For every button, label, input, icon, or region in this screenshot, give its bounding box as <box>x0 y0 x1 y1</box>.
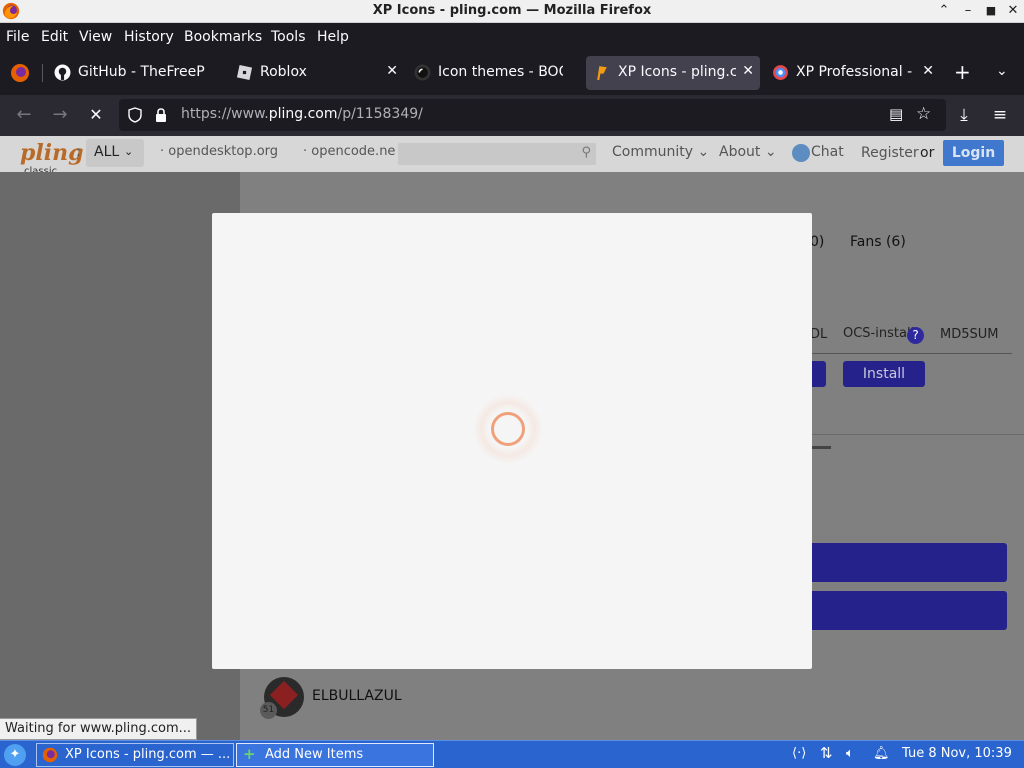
user-badge: 51 <box>260 702 277 719</box>
close-tab-icon[interactable]: ✕ <box>386 63 398 79</box>
menu-bar: File Edit View History Bookmarks Tools H… <box>0 24 1024 50</box>
chat-link[interactable]: Chat <box>811 144 844 160</box>
link-opencode[interactable]: · opencode.ne <box>303 144 395 159</box>
search-input[interactable]: ⚲ <box>398 143 596 165</box>
transfer-icon[interactable]: ⇅ <box>820 744 833 762</box>
minimize-button[interactable]: – <box>959 2 977 20</box>
close-button[interactable]: ✕ <box>1004 2 1022 20</box>
icon-themes-icon <box>414 64 431 81</box>
web-page: pling classic : ALL ⌄ · opendesktop.org … <box>0 136 1024 740</box>
download-button-partial[interactable] <box>812 361 826 387</box>
action-button-1[interactable] <box>812 543 1007 582</box>
tab-bar: GitHub - TheFreeP Roblox ✕ Icon themes -… <box>0 50 1024 95</box>
plus-icon: + <box>243 745 256 763</box>
lock-icon[interactable] <box>154 107 168 123</box>
site-header: pling classic : ALL ⌄ · opendesktop.org … <box>0 136 1024 177</box>
help-question-icon[interactable]: ? <box>907 327 924 344</box>
taskbar-item-add-new-items[interactable]: + Add New Items <box>236 743 434 767</box>
maximize-button[interactable]: ■ <box>982 2 1000 20</box>
col-dl: DL <box>810 327 828 342</box>
tab-partial[interactable]: 0) <box>810 234 824 250</box>
tab-roblox[interactable]: Roblox ✕ <box>228 56 404 90</box>
col-ocs-install: OCS-install <box>843 326 915 341</box>
action-button-2[interactable] <box>812 591 1007 630</box>
menu-bookmarks[interactable]: Bookmarks <box>184 29 262 45</box>
hamburger-menu-icon[interactable]: ≡ <box>988 103 1012 127</box>
loading-modal <box>212 213 812 669</box>
close-tab-icon[interactable]: ✕ <box>922 63 934 79</box>
link-opendesktop[interactable]: · opendesktop.org <box>160 144 278 159</box>
url-text: https://www.pling.com/p/1158349/ <box>181 106 423 122</box>
url-bar[interactable]: https://www.pling.com/p/1158349/ ▤ ☆ <box>119 99 946 131</box>
left-sidebar <box>0 172 240 740</box>
status-text: Waiting for www.pling.com... <box>0 718 198 740</box>
firefox-view-icon[interactable] <box>10 63 30 83</box>
or-text: or <box>920 145 935 161</box>
tab-fans[interactable]: Fans (6) <box>850 234 906 250</box>
shield-icon[interactable] <box>127 107 143 123</box>
loading-spinner-icon <box>474 395 542 463</box>
pling-icon <box>597 66 607 80</box>
menu-history[interactable]: History <box>124 29 174 45</box>
tab-github[interactable]: GitHub - TheFreeP <box>46 56 226 90</box>
network-arrows-icon[interactable]: ⟨·⟩ <box>792 746 806 761</box>
downloads-icon[interactable]: ⤓ <box>952 103 976 127</box>
menu-help[interactable]: Help <box>317 29 349 45</box>
xp-icon <box>773 65 788 80</box>
reader-view-icon[interactable]: ▤ <box>889 105 903 123</box>
bookmark-star-icon[interactable]: ☆ <box>916 104 931 124</box>
register-link[interactable]: Register <box>861 145 919 161</box>
tab-xp-icons[interactable]: XP Icons - pling.co ✕ <box>586 56 760 90</box>
menu-edit[interactable]: Edit <box>41 29 68 45</box>
chevron-down-icon: ⌄ <box>124 145 134 158</box>
search-icon: ⚲ <box>581 145 591 160</box>
list-tabs-chevron-down-icon[interactable]: ⌄ <box>996 63 1008 79</box>
clock[interactable]: Tue 8 Nov, 10:39 <box>902 746 1012 761</box>
menu-file[interactable]: File <box>6 29 29 45</box>
username[interactable]: ELBULLAZUL <box>312 688 402 704</box>
menu-view[interactable]: View <box>79 29 112 45</box>
menu-tools[interactable]: Tools <box>271 29 306 45</box>
window-titlebar: XP Icons - pling.com — Mozilla Firefox ⌃… <box>0 0 1024 23</box>
github-icon <box>54 64 71 81</box>
all-dropdown[interactable]: ALL ⌄ <box>86 139 144 167</box>
new-tab-button[interactable]: + <box>954 60 971 84</box>
tab-xp-professional[interactable]: XP Professional - C ✕ <box>764 56 940 90</box>
close-tab-icon[interactable]: ✕ <box>742 63 754 79</box>
stop-loading-icon[interactable]: ✕ <box>84 103 108 127</box>
install-button[interactable]: Install <box>843 361 925 387</box>
login-button[interactable]: Login <box>943 140 1004 166</box>
back-arrow-icon[interactable]: ← <box>12 103 36 127</box>
window-title: XP Icons - pling.com — Mozilla Firefox <box>372 3 652 18</box>
pling-logo[interactable]: pling <box>20 140 83 166</box>
taskbar-item-firefox[interactable]: XP Icons - pling.com — ... <box>36 743 234 767</box>
notification-bell-icon[interactable]: 🔔︎ <box>873 746 890 761</box>
chat-icon <box>792 144 810 162</box>
volume-icon[interactable]: 🔈︎ <box>846 746 854 761</box>
firefox-icon <box>42 747 58 763</box>
tab-icon-themes[interactable]: Icon themes - BOO <box>406 56 584 90</box>
minimize-up-icon[interactable]: ⌃ <box>935 2 953 20</box>
taskbar: ✦ XP Icons - pling.com — ... + Add New I… <box>0 740 1024 768</box>
roblox-icon <box>236 64 253 81</box>
about-menu[interactable]: About ⌄ <box>719 144 777 160</box>
start-menu-icon[interactable]: ✦ <box>4 744 26 766</box>
community-menu[interactable]: Community ⌄ <box>612 144 709 160</box>
forward-arrow-icon[interactable]: → <box>48 103 72 127</box>
col-md5sum: MD5SUM <box>940 327 999 342</box>
navigation-bar: ← → ✕ https://www.pling.com/p/1158349/ ▤… <box>0 95 1024 136</box>
